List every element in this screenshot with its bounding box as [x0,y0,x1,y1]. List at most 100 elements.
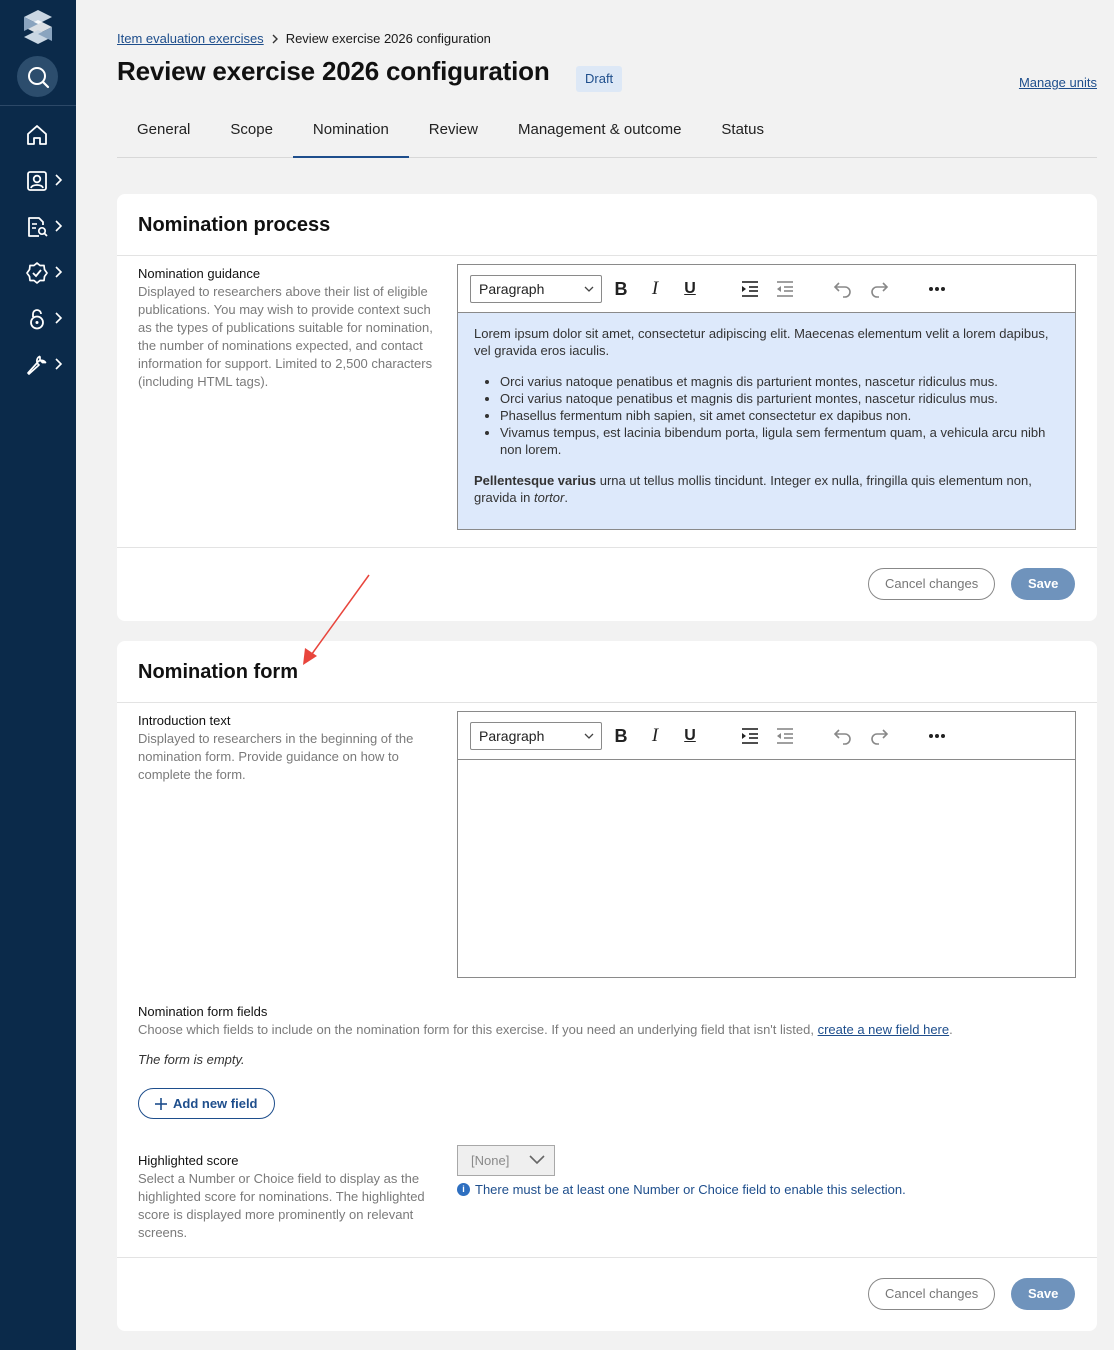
nomination-guidance-editor: Paragraph B I U Lorem ipsum dolor sit am… [457,264,1076,530]
chevron-right-icon [55,266,63,278]
more-icon[interactable] [925,724,949,748]
sidebar-item-home[interactable] [0,114,76,154]
chevron-down-icon [584,286,594,292]
add-new-field-button[interactable]: Add new field [138,1088,275,1119]
nomination-process-card: Nomination process Nomination guidance D… [117,194,1097,621]
wrench-icon [27,355,47,375]
bold-text: Pellentesque varius [474,473,597,488]
editor-content[interactable] [458,760,1075,977]
outdent-icon[interactable] [773,724,797,748]
sidebar-divider [0,105,76,106]
divider [117,255,1097,256]
page-title: Review exercise 2026 configuration [117,56,550,86]
list-item: Vivamus tempus, est lacinia bibendum por… [500,424,1059,458]
format-select-value: Paragraph [479,281,545,297]
chevron-down-icon [584,733,594,739]
bold-icon[interactable]: B [609,277,633,301]
sidebar [0,0,76,1350]
home-icon [27,125,47,145]
status-badge: Draft [576,66,623,92]
cancel-changes-button[interactable]: Cancel changes [868,1278,996,1310]
section-title: Nomination form [138,661,298,683]
format-select[interactable]: Paragraph [470,275,602,303]
redo-icon[interactable] [867,724,891,748]
undo-icon[interactable] [831,277,855,301]
save-button[interactable]: Save [1011,1278,1076,1310]
sidebar-item-tools[interactable] [0,344,76,384]
tab-management-outcome[interactable]: Management & outcome [498,104,701,158]
format-select-value: Paragraph [479,728,545,744]
underline-icon[interactable]: U [678,724,702,748]
underline-icon[interactable]: U [678,277,702,301]
chevron-right-icon [55,312,63,324]
save-button[interactable]: Save [1011,568,1076,600]
create-new-field-link[interactable]: create a new field here [818,1022,950,1037]
italic-icon[interactable]: I [643,277,667,301]
chevron-right-icon [55,220,63,232]
field-help: Select a Number or Choice field to displ… [138,1171,425,1240]
field-help: Displayed to researchers above their lis… [138,284,433,389]
tab-scope[interactable]: Scope [210,104,293,158]
person-portrait-icon [27,171,47,191]
undo-icon[interactable] [831,724,855,748]
field-help: Choose which fields to include on the no… [138,1021,1078,1039]
outdent-icon[interactable] [773,277,797,301]
help-text: Choose which fields to include on the no… [138,1022,818,1037]
info-icon: i [457,1183,470,1196]
sidebar-item-documents[interactable] [0,206,76,246]
breadcrumb-current: Review exercise 2026 configuration [285,31,491,46]
sidebar-item-people[interactable] [0,160,76,200]
field-label: Nomination guidance [138,266,261,281]
divider [117,547,1097,548]
bold-icon[interactable]: B [609,724,633,748]
info-message-text: There must be at least one Number or Cho… [475,1182,906,1197]
global-search-button[interactable] [17,56,58,97]
app-logo-icon[interactable] [20,8,56,44]
select-value: [None] [471,1153,510,1168]
add-new-field-label: Add new field [173,1096,258,1111]
field-label: Nomination form fields [138,1004,268,1019]
paragraph-end: . [564,490,568,505]
tab-nomination[interactable]: Nomination [292,104,409,158]
lock-icon [30,309,44,330]
manage-units-link[interactable]: Manage units [1019,75,1097,90]
tab-review[interactable]: Review [409,104,498,158]
plus-icon [155,1097,167,1110]
editor-paragraph: Lorem ipsum dolor sit amet, consectetur … [474,326,1049,358]
divider [117,1257,1097,1258]
editor-toolbar: Paragraph B I U [458,712,1075,760]
editor-paragraph: Pellentesque varius urna ut tellus molli… [474,472,1059,506]
field-label: Highlighted score [138,1153,239,1168]
tab-general[interactable]: General [117,104,210,158]
nomination-form-card: Nomination form Introduction text Displa… [117,641,1097,1331]
highlighted-score-select[interactable]: [None] [457,1145,555,1176]
field-help: Displayed to researchers in the beginnin… [138,731,414,782]
breadcrumb-parent-link[interactable]: Item evaluation exercises [117,31,264,46]
cancel-changes-button[interactable]: Cancel changes [868,568,996,600]
italic-icon[interactable]: I [643,724,667,748]
section-title: Nomination process [138,214,331,236]
sidebar-item-security[interactable] [0,298,76,338]
chevron-right-icon [55,358,63,370]
redo-icon[interactable] [867,277,891,301]
field-label: Introduction text [138,713,231,728]
indent-icon[interactable] [738,724,762,748]
chevron-right-icon [272,34,278,43]
tab-bar: General Scope Nomination Review Manageme… [117,104,1097,158]
help-text-end: . [949,1022,953,1037]
list-item: Orci varius natoque penatibus et magnis … [500,373,1059,390]
sidebar-item-verification[interactable] [0,252,76,292]
tab-status[interactable]: Status [701,104,784,158]
indent-icon[interactable] [738,277,762,301]
chevron-right-icon [55,174,63,186]
introduction-text-editor: Paragraph B I U [457,711,1076,978]
editor-bullet-list: Orci varius natoque penatibus et magnis … [484,373,1059,458]
editor-content[interactable]: Lorem ipsum dolor sit amet, consectetur … [458,313,1075,529]
more-icon[interactable] [925,277,949,301]
breadcrumb: Item evaluation exercises Review exercis… [117,31,491,46]
format-select[interactable]: Paragraph [470,722,602,750]
italic-text: tortor [533,490,565,505]
badge-check-icon [26,262,48,284]
editor-toolbar: Paragraph B I U [458,265,1075,313]
list-item: Phasellus fermentum nibh sapien, sit ame… [500,407,1059,424]
